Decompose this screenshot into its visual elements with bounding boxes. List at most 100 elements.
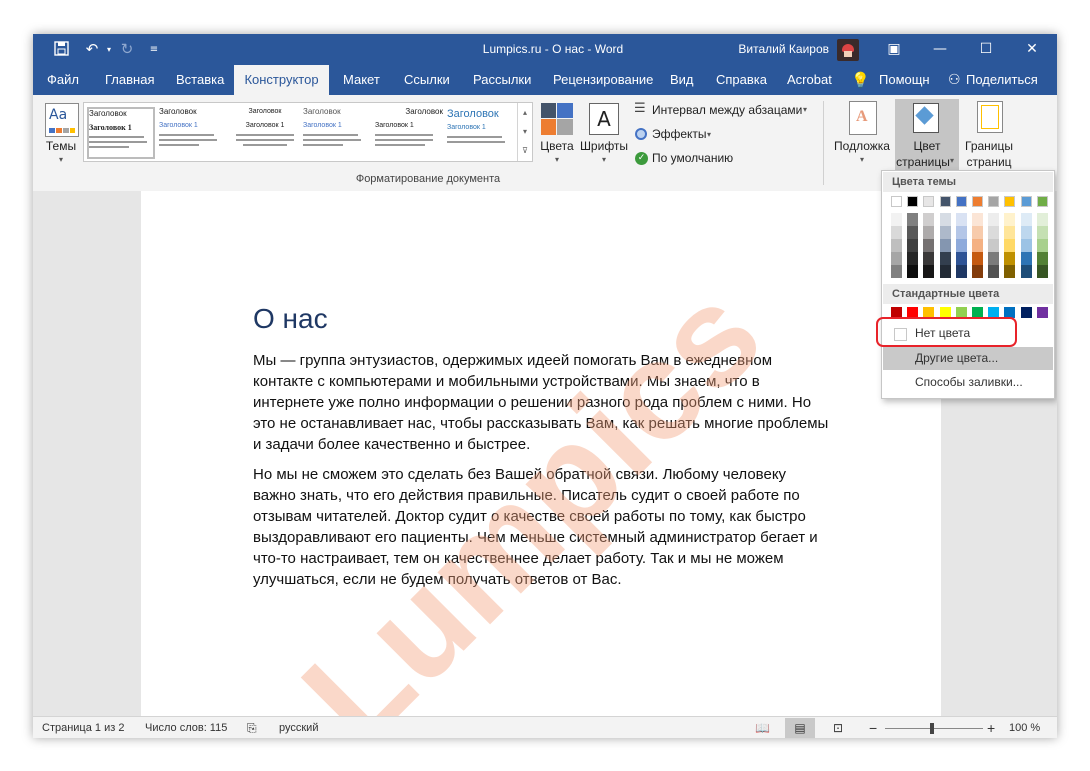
undo-dropdown-icon[interactable]: ▾ [104,41,114,58]
theme-color-swatch[interactable] [891,196,902,207]
theme-color-swatch[interactable] [1020,196,1032,207]
theme-shade-swatch[interactable] [939,213,951,226]
theme-shade-swatch[interactable] [923,252,935,265]
themes-label[interactable]: Темы [41,139,81,153]
theme-shade-swatch[interactable] [907,213,919,226]
paragraph-spacing-button[interactable]: Интервал между абзацами [652,103,802,117]
theme-shade-swatch[interactable] [1004,239,1016,252]
language-indicator[interactable]: русский [279,717,318,738]
style-set-item[interactable]: Заголовок Заголовок 1 [375,107,443,159]
gallery-scroll[interactable]: ▴ ▾ ⊽ [517,103,532,161]
tab-mailings[interactable]: Рассылки [473,65,531,95]
theme-shade-swatch[interactable] [907,226,919,239]
theme-shade-swatch[interactable] [939,239,951,252]
watermark-label[interactable]: Подложка [831,139,893,153]
redo-icon[interactable]: ↻ [117,41,137,58]
page-color-label[interactable]: Цвет [895,139,959,153]
theme-color-swatch[interactable] [923,196,935,207]
page-color-label-2[interactable]: страницы [895,155,951,169]
tab-references[interactable]: Ссылки [404,65,450,95]
theme-color-swatch[interactable] [972,196,983,207]
theme-color-swatch[interactable] [955,196,967,207]
fill-effects-item[interactable]: Способы заливки... [883,371,1053,394]
user-name[interactable]: Виталий Каиров [733,34,829,65]
theme-shade-swatch[interactable] [1036,252,1048,265]
zoom-slider[interactable] [885,728,983,729]
theme-color-swatch[interactable] [1036,196,1048,207]
zoom-level[interactable]: 100 % [1009,717,1040,738]
colors-icon[interactable] [541,103,573,135]
paragraph-spacing-dropdown-icon[interactable]: ▾ [803,105,807,114]
theme-shade-swatch[interactable] [907,265,919,278]
theme-color-swatch[interactable] [939,196,951,207]
standard-color-swatch[interactable] [1036,307,1048,318]
theme-color-swatch[interactable] [907,196,919,207]
theme-shade-swatch[interactable] [1036,213,1048,226]
page-borders-label-2[interactable]: страниц [961,155,1017,169]
set-default-button[interactable]: По умолчанию [652,151,733,165]
theme-shade-swatch[interactable] [955,252,967,265]
theme-shade-swatch[interactable] [988,239,1000,252]
effects-button[interactable]: Эффекты [652,127,707,141]
style-set-item[interactable]: Заголовок Заголовок 1 [159,107,227,159]
theme-shade-swatch[interactable] [972,265,983,278]
theme-shade-swatch[interactable] [955,226,967,239]
save-icon[interactable] [51,41,71,58]
effects-icon[interactable] [635,128,647,140]
tab-layout[interactable]: Макет [343,65,380,95]
theme-shade-swatch[interactable] [939,265,951,278]
word-count[interactable]: Число слов: 115 [145,717,227,738]
watermark-dropdown-icon[interactable]: ▾ [831,155,893,164]
theme-shade-swatch[interactable] [1004,265,1016,278]
theme-shade-swatch[interactable] [955,213,967,226]
fonts-dropdown-icon[interactable]: ▾ [579,155,629,164]
tab-insert[interactable]: Вставка [176,65,224,95]
page-borders-icon[interactable] [977,101,1003,133]
proofing-icon[interactable]: ⎘ [247,717,257,738]
theme-shade-swatch[interactable] [955,265,967,278]
watermark-icon[interactable]: A [849,101,877,135]
theme-shade-swatch[interactable] [891,252,902,265]
theme-shade-swatch[interactable] [988,226,1000,239]
page-color-icon[interactable] [913,103,939,133]
document-page[interactable]: О нас Мы — группа энтузиастов, одержимых… [141,191,941,738]
web-layout-icon[interactable]: ⊡ [833,717,843,738]
theme-shade-swatch[interactable] [1036,226,1048,239]
tab-help[interactable]: Справка [716,65,767,95]
share-button[interactable]: Поделиться [966,65,1038,95]
fonts-icon[interactable]: A [589,103,619,135]
theme-shade-swatch[interactable] [972,226,983,239]
paragraph-1[interactable]: Мы — группа энтузиастов, одержимых идеей… [253,350,913,455]
theme-shade-swatch[interactable] [955,239,967,252]
paragraph-spacing-icon[interactable]: ☰ [634,101,646,116]
fonts-label[interactable]: Шрифты [579,139,629,153]
theme-shade-swatch[interactable] [939,252,951,265]
document-title[interactable]: О нас [253,303,328,335]
theme-shade-swatch[interactable] [891,239,902,252]
page-color-dropdown-icon[interactable]: ▾ [950,156,954,165]
style-set-item[interactable]: Заголовок Заголовок 1 [231,107,299,159]
style-set-item[interactable]: Заголовок Заголовок 1 [303,107,371,159]
themes-icon[interactable]: Aa [45,103,79,137]
theme-shade-swatch[interactable] [972,213,983,226]
customize-icon[interactable]: ≡ [147,41,161,58]
tab-home[interactable]: Главная [105,65,154,95]
page-borders-label[interactable]: Границы [961,139,1017,153]
theme-shade-swatch[interactable] [1004,252,1016,265]
tab-file[interactable]: Файл [47,65,79,95]
page-count[interactable]: Страница 1 из 2 [42,717,124,738]
theme-shade-swatch[interactable] [1020,226,1032,239]
theme-shade-swatch[interactable] [1036,239,1048,252]
undo-icon[interactable]: ↶ [81,41,103,58]
more-colors-item[interactable]: Другие цвета... [883,347,1053,370]
theme-shade-swatch[interactable] [907,239,919,252]
tab-view[interactable]: Вид [670,65,694,95]
style-gallery[interactable]: Заголовок Заголовок 1 Заголовок Заголово… [83,102,533,162]
theme-shade-swatch[interactable] [923,226,935,239]
theme-shade-swatch[interactable] [923,213,935,226]
theme-shade-swatch[interactable] [907,252,919,265]
tab-acrobat[interactable]: Acrobat [787,65,832,95]
zoom-slider-thumb[interactable] [930,723,934,734]
themes-dropdown-icon[interactable]: ▾ [41,155,81,164]
theme-shade-swatch[interactable] [1004,213,1016,226]
